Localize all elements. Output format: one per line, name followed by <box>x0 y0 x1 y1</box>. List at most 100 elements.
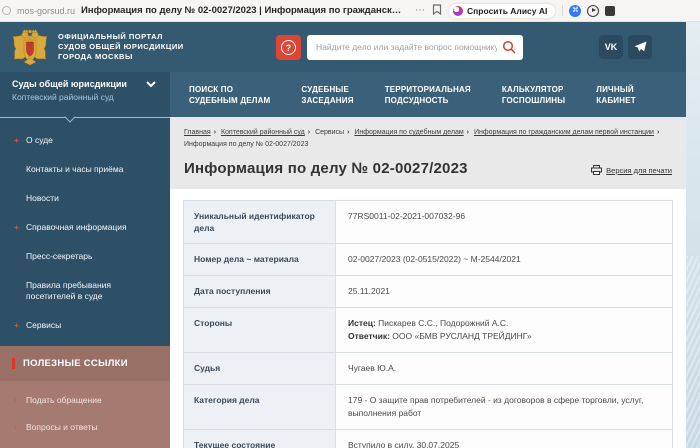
row-value: 77RS0011-02-2021-007032-96 <box>335 200 673 244</box>
title-row: Информация по делу № 02-0027/2023 Версия… <box>184 160 672 177</box>
table-row: Судья Чугаев Ю.А. <box>183 352 673 385</box>
sidebar: + О суде Контакты и часы приёма Новости … <box>0 111 170 448</box>
nav-item-hearings[interactable]: СУДЕБНЫЕ ЗАСЕДАНИЯ <box>301 84 353 106</box>
nav-label: ЛИЧНЫЙ <box>596 84 634 94</box>
bookmark-icon[interactable] <box>432 2 442 20</box>
sidebar-item-services[interactable]: + Сервисы <box>0 311 170 340</box>
nav-label: ТЕРРИТОРИАЛЬНАЯ <box>384 84 471 94</box>
nav-label: ПОДСУДНОСТЬ <box>384 95 449 105</box>
nav-item-case-search[interactable]: ПОИСК ПО СУДЕБНЫМ ДЕЛАМ <box>189 84 270 106</box>
useful-link-faq[interactable]: › Вопросы и ответы <box>0 414 170 441</box>
vk-icon: VK <box>604 42 618 52</box>
breadcrumb-court[interactable]: Коптевский районный суд <box>221 129 305 136</box>
table-row: Категория дела 179 - О защите прав потре… <box>183 384 673 430</box>
breadcrumb-separator: › <box>656 129 660 136</box>
court-selector-title: Суды общей юрисдикции <box>12 79 127 89</box>
row-label: Стороны <box>183 307 336 353</box>
expand-plus-icon[interactable]: + <box>14 320 26 331</box>
useful-links-list: › Подать обращение › Вопросы и ответы › … <box>0 381 170 448</box>
more-menu-icon[interactable]: ⋯ <box>415 5 426 16</box>
site-header: ОФИЦИАЛЬНЫЙ ПОРТАЛ СУДОВ ОБЩЕЙ ЮРИСДИКЦИ… <box>0 22 686 72</box>
case-details-section: Уникальный идентификатор дела 77RS0011-0… <box>170 189 686 448</box>
sidebar-item-label: Сервисы <box>26 320 62 330</box>
telegram-button[interactable] <box>628 35 652 59</box>
portal-title: ОФИЦИАЛЬНЫЙ ПОРТАЛ СУДОВ ОБЩЕЙ ЮРИСДИКЦИ… <box>58 32 208 62</box>
search-icon[interactable] <box>502 40 516 54</box>
sidebar-item-label: Справочная информация <box>26 222 127 232</box>
portal-title-line3: ГОРОДА МОСКВЫ <box>58 52 133 61</box>
sidebar-item-news[interactable]: Новости <box>0 184 170 213</box>
sidebar-item-about-court[interactable]: + О суде <box>0 126 170 155</box>
expand-plus-icon[interactable]: + <box>14 222 26 233</box>
breadcrumb-civil-first-instance[interactable]: Информация по гражданским делам первой и… <box>474 129 654 136</box>
main-content: Главная › Коптевский районный суд › Сервис… <box>170 117 686 448</box>
ask-alice-button[interactable]: Спросить Алису AI <box>448 2 557 19</box>
nav-label: КАБИНЕТ <box>596 95 636 105</box>
table-row: Уникальный идентификатор дела 77RS0011-0… <box>183 200 673 244</box>
play-circle-icon[interactable] <box>587 4 600 17</box>
breadcrumb: Главная › Коптевский районный суд › Сервис… <box>184 127 672 151</box>
profile-avatar[interactable] <box>605 5 616 16</box>
breadcrumb-services[interactable]: Сервисы <box>315 129 344 136</box>
table-row: Стороны Истец: Пискарев С.С., Подорожний… <box>183 307 673 353</box>
sidebar-notch <box>0 111 170 123</box>
nav-label: ЗАСЕДАНИЯ <box>301 95 354 105</box>
row-label: Уникальный идентификатор дела <box>183 200 336 244</box>
sidebar-item-visitor-rules[interactable]: Правила пребывания посетителей в суде <box>0 271 170 311</box>
sidebar-item-label: Контакты и часы приёма <box>26 164 124 174</box>
help-button[interactable]: ? <box>276 34 301 60</box>
useful-link-label: Вопросы и ответы <box>26 422 98 432</box>
portal-title-line2: СУДОВ ОБЩЕЙ ЮРИСДИКЦИИ <box>58 42 184 51</box>
table-row: Номер дела ~ материала 02-0027/2023 (02-… <box>183 243 673 276</box>
chevron-down-icon <box>146 81 156 88</box>
extension-icon[interactable]: ⌘ <box>569 4 582 17</box>
breadcrumb-section: Главная › Коптевский районный суд › Сервис… <box>170 117 686 189</box>
row-label: Судья <box>183 352 336 385</box>
vk-button[interactable]: VK <box>599 35 623 59</box>
useful-link-submit-appeal[interactable]: › Подать обращение <box>0 387 170 414</box>
row-label: Дата поступления <box>183 275 336 308</box>
breadcrumb-separator: › <box>347 129 350 136</box>
breadcrumb-home[interactable]: Главная <box>184 129 211 136</box>
row-label: Категория дела <box>183 384 336 430</box>
useful-links-title: ПОЛЕЗНЫЕ ССЫЛКИ <box>23 358 128 369</box>
expand-plus-icon[interactable]: + <box>14 135 26 146</box>
nav-item-fee-calculator[interactable]: КАЛЬКУЛЯТОР ГОСПОШЛИНЫ <box>502 84 565 106</box>
site-security-icon[interactable] <box>2 6 11 15</box>
page-background-strip <box>686 22 700 448</box>
useful-link-jurors[interactable]: › Присяжные заседатели <box>0 441 170 448</box>
row-label: Текущее состояние <box>183 429 336 448</box>
toolbar-divider <box>562 5 564 16</box>
sidebar-item-label: Пресс-секретарь <box>26 251 93 261</box>
defendant-names: ООО «БМВ РУСЛАНД ТРЕЙДИНГ» <box>389 331 532 341</box>
chevron-right-icon: › <box>14 394 17 404</box>
address-domain[interactable]: mos-gorsud.ru <box>17 6 75 16</box>
print-version-link[interactable]: Версия для печати <box>591 165 672 175</box>
useful-link-label: Подать обращение <box>26 395 102 405</box>
row-value: 179 - О защите прав потребителей - из до… <box>335 384 673 430</box>
printer-icon <box>591 165 603 175</box>
table-row: Дата поступления 25.11.2021 <box>183 275 673 308</box>
telegram-icon <box>634 41 646 52</box>
sidebar-menu: + О суде Контакты и часы приёма Новости … <box>0 118 170 340</box>
sidebar-item-press-secretary[interactable]: Пресс-секретарь <box>0 242 170 271</box>
sidebar-item-label: О суде <box>26 135 53 145</box>
search-input[interactable] <box>307 34 523 60</box>
sidebar-item-contacts[interactable]: Контакты и часы приёма <box>0 155 170 184</box>
chevron-right-icon: › <box>14 421 17 431</box>
nav-items: ПОИСК ПО СУДЕБНЫМ ДЕЛАМ СУДЕБНЫЕ ЗАСЕДАН… <box>170 72 636 117</box>
court-selector[interactable]: Суды общей юрисдикции Коптевский районны… <box>0 72 170 117</box>
sidebar-item-reference-info[interactable]: + Справочная информация <box>0 213 170 242</box>
case-details-table: Уникальный идентификатор дела 77RS0011-0… <box>183 200 673 448</box>
row-value-parties: Истец: Пискарев С.С., Подорожний А.С. От… <box>335 307 673 353</box>
breadcrumb-case-info[interactable]: Информация по судебным делам <box>354 129 463 136</box>
alice-icon <box>453 5 464 16</box>
plaintiff-names: Пискарев С.С., Подорожний А.С. <box>375 318 509 328</box>
nav-item-personal-account[interactable]: ЛИЧНЫЙ КАБИНЕТ <box>596 84 636 106</box>
court-selector-current-court: Коптевский районный суд <box>12 92 114 102</box>
nav-label: СУДЕБНЫЕ <box>301 84 349 94</box>
row-value: Чугаев Ю.А. <box>335 352 673 385</box>
nav-item-territorial-jurisdiction[interactable]: ТЕРРИТОРИАЛЬНАЯ ПОДСУДНОСТЬ <box>385 84 471 106</box>
nav-label: КАЛЬКУЛЯТОР <box>501 84 564 94</box>
sidebar-item-label: Новости <box>26 193 59 203</box>
